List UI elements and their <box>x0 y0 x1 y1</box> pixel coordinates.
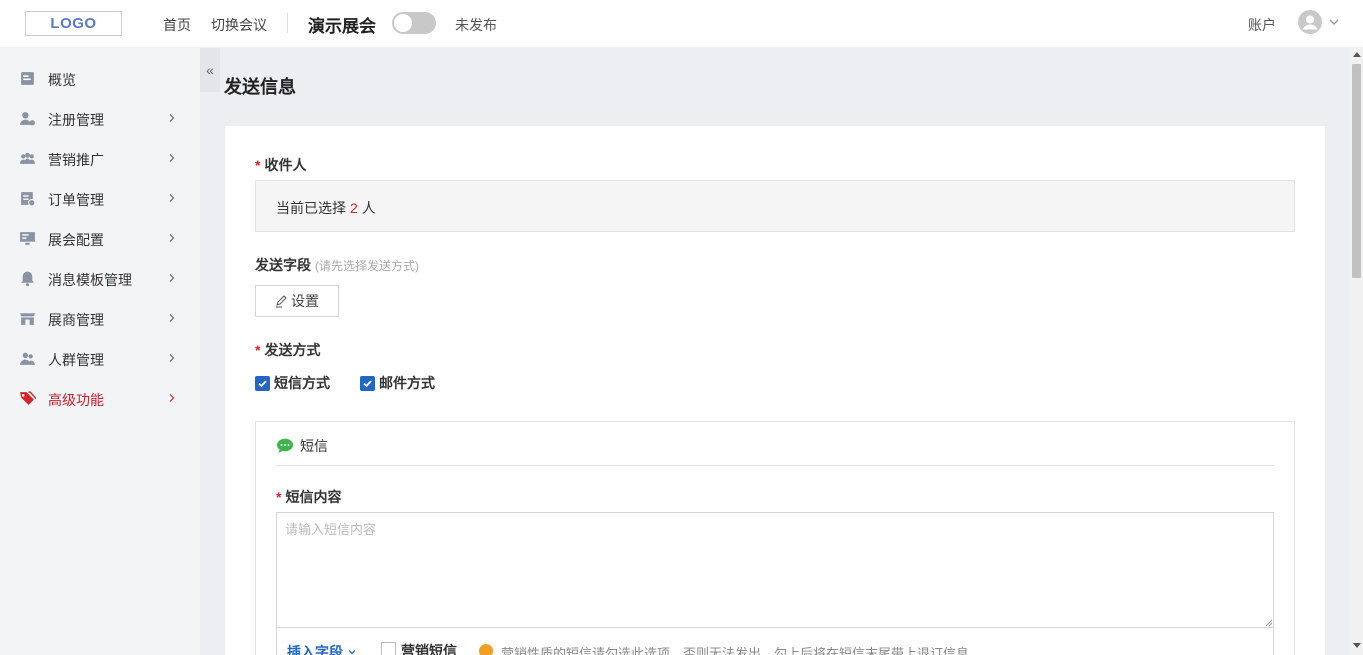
checkbox-checked-icon <box>360 375 375 391</box>
sidebar-item-label: 营销推广 <box>48 152 104 168</box>
sidebar-item-registration[interactable]: 注册管理 <box>0 98 200 138</box>
scroll-up-arrow-icon[interactable] <box>1353 52 1361 57</box>
sidebar-item-expo-config[interactable]: 展会配置 <box>0 218 200 258</box>
required-mark: * <box>255 342 261 358</box>
store-icon <box>20 313 35 325</box>
edit-icon <box>276 295 287 308</box>
monitor-icon <box>20 232 35 245</box>
sidebar-item-orders[interactable]: 订单管理 <box>0 178 200 218</box>
sidebar-item-label: 高级功能 <box>48 392 104 408</box>
settings-button-label: 设置 <box>291 293 319 309</box>
chevron-right-icon <box>169 354 175 362</box>
avatar-icon[interactable] <box>1298 10 1322 34</box>
sms-panel: 短信 *短信内容 插入字段 营销短信 营销性质的短信请勾选此选项，否则无法发出，… <box>255 421 1295 655</box>
sms-content-textarea[interactable] <box>276 512 1274 628</box>
chevron-right-icon <box>169 234 175 242</box>
publish-toggle[interactable] <box>392 12 436 34</box>
toggle-knob <box>394 14 412 32</box>
email-method-label: 邮件方式 <box>379 375 435 391</box>
logo[interactable]: LOGO <box>25 11 122 36</box>
required-mark: * <box>276 489 282 505</box>
sidebar-item-label: 订单管理 <box>48 192 104 208</box>
insert-field-label: 插入字段 <box>287 644 343 655</box>
tag-icon <box>20 391 36 405</box>
recipient-count: 2 <box>350 200 358 216</box>
divider <box>276 465 1274 466</box>
sidebar-item-marketing[interactable]: 营销推广 <box>0 138 200 178</box>
order-icon <box>21 192 36 207</box>
chevron-down-icon <box>348 650 356 655</box>
recipient-summary: 当前已选择 2 人 <box>276 198 376 218</box>
resize-handle-icon[interactable] <box>1265 619 1273 627</box>
top-navbar: LOGO 首页 切换会议 演示展会 未发布 账户 <box>0 0 1363 48</box>
settings-button[interactable]: 设置 <box>255 285 339 317</box>
marketing-sms-label: 营销短信 <box>401 643 457 655</box>
sidebar-item-message-templates[interactable]: 消息模板管理 <box>0 258 200 298</box>
chevron-right-icon <box>169 274 175 282</box>
chevron-right-icon <box>169 314 175 322</box>
chevron-right-icon <box>169 114 175 122</box>
recipient-label: * 收件人 <box>255 155 306 175</box>
sms-content-label: * 短信内容 <box>276 487 341 507</box>
nav-divider <box>287 13 288 33</box>
sms-method-label: 短信方式 <box>274 375 330 391</box>
checkbox-checked-icon <box>255 375 270 391</box>
sms-content-label-text: 短信内容 <box>285 489 342 505</box>
required-mark: * <box>255 157 261 173</box>
publish-status: 未发布 <box>455 17 497 33</box>
send-fields-label-text: 发送字段 <box>255 257 311 273</box>
scrollbar-thumb[interactable] <box>1352 64 1361 278</box>
recipient-box: 当前已选择 2 人 <box>255 180 1295 232</box>
page-scrollbar[interactable] <box>1350 48 1363 655</box>
chevron-right-icon <box>169 394 175 402</box>
users-group-icon <box>20 152 35 164</box>
email-method-checkbox[interactable]: 邮件方式 <box>360 373 435 393</box>
sidebar-item-label: 注册管理 <box>48 112 104 128</box>
sidebar-item-advanced[interactable]: 高级功能 <box>0 378 200 418</box>
recipient-text-after: 人 <box>361 200 376 216</box>
send-method-label: * 发送方式 <box>255 340 320 360</box>
sidebar-item-exhibitors[interactable]: 展商管理 <box>0 298 200 338</box>
sidebar-item-label: 人群管理 <box>48 352 104 368</box>
sidebar-item-label: 展商管理 <box>48 312 104 328</box>
sms-method-checkbox[interactable]: 短信方式 <box>255 373 330 393</box>
nav-home-link[interactable]: 首页 <box>163 15 191 35</box>
sms-panel-title: 短信 <box>300 438 328 454</box>
sms-panel-header: 短信 <box>276 436 328 456</box>
nav-switch-meeting-link[interactable]: 切换会议 <box>211 15 267 35</box>
chevron-right-icon <box>169 154 175 162</box>
account-label[interactable]: 账户 <box>1248 15 1276 35</box>
recipient-label-text: 收件人 <box>264 157 307 173</box>
insert-field-dropdown[interactable]: 插入字段 <box>287 642 357 655</box>
sidebar-item-audiences[interactable]: 人群管理 <box>0 338 200 378</box>
sidebar-collapse-button[interactable]: « <box>200 48 220 92</box>
sms-toolbar: 插入字段 营销短信 营销性质的短信请勾选此选项，否则无法发出，勾上后将在短信末尾… <box>276 628 1274 655</box>
chat-bubble-icon <box>277 438 293 453</box>
marketing-warning-text: 营销性质的短信请勾选此选项，否则无法发出，勾上后将在短信末尾带上退订信息 <box>501 646 970 655</box>
overview-icon <box>21 72 34 85</box>
page-title: 发送信息 <box>224 77 296 97</box>
sidebar-item-label: 展会配置 <box>48 232 104 248</box>
scroll-down-arrow-icon[interactable] <box>1353 643 1361 648</box>
send-method-label-text: 发送方式 <box>264 342 321 358</box>
sidebar-item-label: 消息模板管理 <box>48 272 132 288</box>
marketing-sms-checkbox[interactable] <box>381 642 396 655</box>
sidebar: 概览 注册管理 营销推广 订单管理 展会配置 消息模板管理 展商管理 人群管理 … <box>0 48 200 655</box>
chevron-down-icon[interactable] <box>1328 16 1340 28</box>
bell-icon <box>21 271 34 287</box>
logo-text: LOGO <box>50 15 97 32</box>
chevron-right-icon <box>169 194 175 202</box>
sidebar-item-overview[interactable]: 概览 <box>0 58 200 98</box>
people-icon <box>20 352 35 365</box>
expo-name: 演示展会 <box>308 17 376 36</box>
send-fields-label: 发送字段 (请先选择发送方式) <box>255 255 419 275</box>
user-register-icon <box>20 112 35 126</box>
warning-icon <box>479 644 493 655</box>
sidebar-item-label: 概览 <box>48 72 76 88</box>
recipient-text-before: 当前已选择 <box>276 200 346 216</box>
send-fields-hint: (请先选择发送方式) <box>315 259 419 273</box>
